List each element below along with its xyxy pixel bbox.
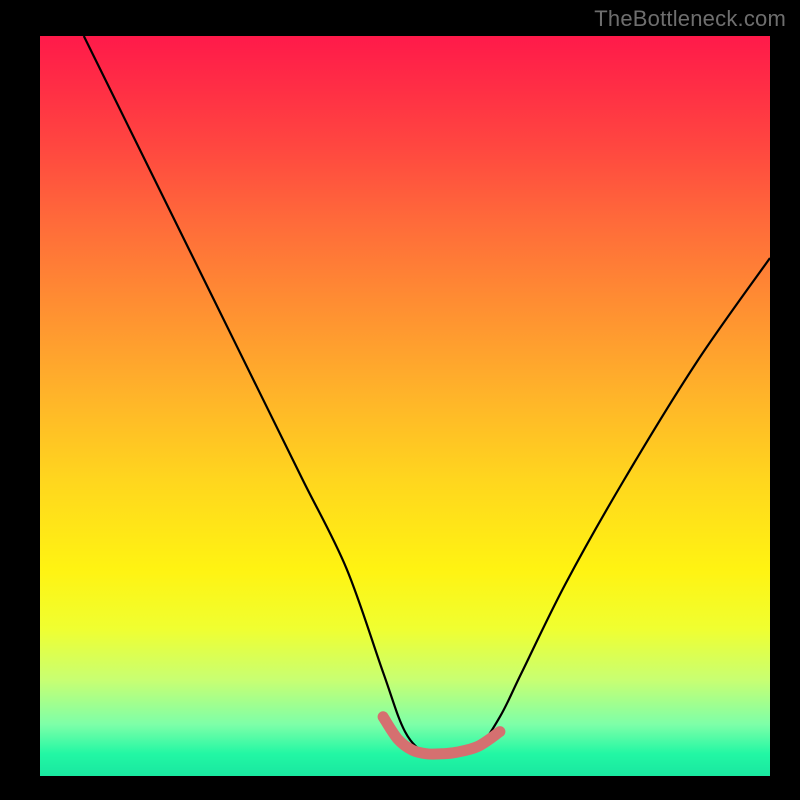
watermark-label: TheBottleneck.com — [594, 6, 786, 32]
curve-layer — [40, 36, 770, 776]
chart-frame: TheBottleneck.com — [0, 0, 800, 800]
plot-area — [40, 36, 770, 776]
main-curve — [84, 36, 770, 756]
